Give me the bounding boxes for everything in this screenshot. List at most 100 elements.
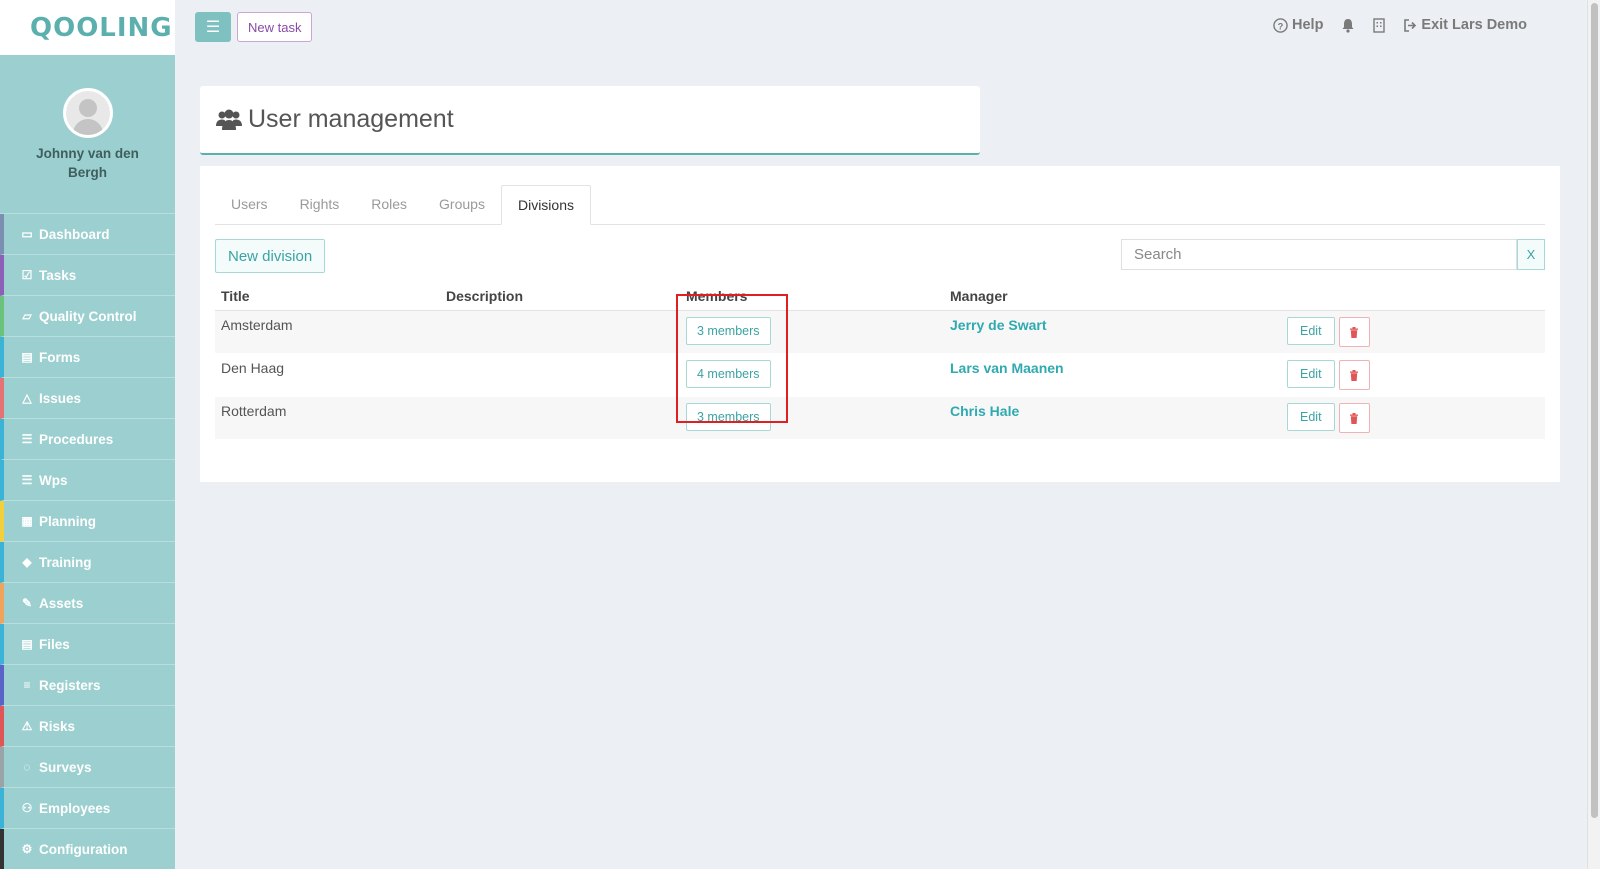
edit-button[interactable]: Edit <box>1287 360 1335 388</box>
manager-cell: Chris Hale <box>944 396 1287 440</box>
sidebar-item-label: Risks <box>39 718 76 734</box>
sidebar-item-label: Employees <box>39 800 111 816</box>
file-alt-icon: ▤ <box>21 637 33 651</box>
delete-button[interactable] <box>1338 317 1370 347</box>
scrollbar[interactable] <box>1587 0 1600 869</box>
sidebar-item-label: Planning <box>39 513 96 529</box>
tab-users[interactable]: Users <box>215 184 284 224</box>
registers-icon: ≡ <box>23 678 31 692</box>
sidebar-item-risks[interactable]: ⚠ Risks <box>0 706 175 747</box>
avatar[interactable] <box>62 88 113 138</box>
page-title-card: User management <box>200 86 980 155</box>
scrollbar-thumb[interactable] <box>1591 3 1598 818</box>
column-header-description[interactable]: Description <box>440 284 680 311</box>
page-title: User management <box>216 105 454 134</box>
bell-icon: △ <box>22 391 32 405</box>
sidebar-item-label: Configuration <box>39 841 128 857</box>
user-name[interactable]: Johnny van den Bergh <box>28 144 148 182</box>
tab-groups[interactable]: Groups <box>423 184 501 224</box>
edit-button[interactable]: Edit <box>1287 317 1335 345</box>
actions-cell: Edit <box>1287 396 1545 440</box>
sidebar-item-label: Files <box>39 636 70 652</box>
menu-toggle-button[interactable]: ☰ <box>195 12 231 42</box>
column-header-members[interactable]: Members <box>680 284 944 311</box>
comment-icon: ◌ <box>23 760 31 774</box>
delete-button[interactable] <box>1338 403 1370 433</box>
manager-link[interactable]: Lars van Maanen <box>950 360 1064 376</box>
topbar: ☰ New task ? Help Exit Lars Demo <box>175 0 1587 55</box>
members-cell: 3 members <box>680 310 944 354</box>
tab-roles[interactable]: Roles <box>355 184 423 224</box>
sidebar-item-issues[interactable]: △ Issues <box>0 378 175 419</box>
notifications-button[interactable] <box>1341 18 1355 33</box>
trash-icon <box>1350 326 1359 338</box>
gear-icon: ⚙ <box>21 842 33 856</box>
sidebar-item-label: Procedures <box>39 431 114 447</box>
division-description <box>440 353 680 397</box>
manager-link[interactable]: Chris Hale <box>950 403 1019 419</box>
building-button[interactable] <box>1373 17 1386 33</box>
actions-cell: Edit <box>1287 310 1545 354</box>
table-body: Amsterdam 3 members Jerry de Swart Edit Den … <box>215 310 1545 440</box>
monitor-icon: ▭ <box>21 227 33 241</box>
help-link[interactable]: ? Help <box>1273 17 1323 33</box>
delete-button[interactable] <box>1338 360 1370 390</box>
column-header-manager[interactable]: Manager <box>944 284 1287 311</box>
members-button[interactable]: 4 members <box>686 360 771 388</box>
sidebar-item-employees[interactable]: ⚇ Employees <box>0 788 175 829</box>
list-alt-icon: ☰ <box>21 473 33 487</box>
tab-bar: Users Rights Roles Groups Divisions <box>215 176 1545 225</box>
exit-demo-link[interactable]: Exit Lars Demo <box>1403 17 1527 33</box>
tab-divisions[interactable]: Divisions <box>500 185 591 225</box>
sidebar-item-files[interactable]: ▤ Files <box>0 624 175 665</box>
sign-out-icon <box>1404 18 1417 32</box>
sidebar-item-label: Issues <box>39 390 82 406</box>
sidebar-item-quality-control[interactable]: ▱ Quality Control <box>0 296 175 337</box>
trash-icon <box>1350 412 1359 424</box>
warning-icon: ⚠ <box>21 719 33 733</box>
search-input[interactable] <box>1121 239 1517 270</box>
manager-cell: Lars van Maanen <box>944 353 1287 397</box>
sidebar-item-assets[interactable]: ✎ Assets <box>0 583 175 624</box>
division-description <box>440 396 680 440</box>
divisions-panel: Users Rights Roles Groups Divisions New divi… <box>200 166 1560 482</box>
tab-rights[interactable]: Rights <box>284 184 356 224</box>
column-header-title[interactable]: Title <box>215 284 440 311</box>
sidebar-item-forms[interactable]: ▤ Forms <box>0 337 175 378</box>
calendar-icon: ▦ <box>21 514 33 528</box>
sidebar-nav: ▭ Dashboard ☑ Tasks ▱ Quality Control ▤ Forms △ I… <box>0 214 175 869</box>
hamburger-icon: ☰ <box>205 19 221 36</box>
sidebar-item-label: Forms <box>39 349 81 365</box>
sidebar-item-tasks[interactable]: ☑ Tasks <box>0 255 175 296</box>
members-button[interactable]: 3 members <box>686 317 771 345</box>
sidebar-item-registers[interactable]: ≡ Registers <box>0 665 175 706</box>
members-cell: 3 members <box>680 396 944 440</box>
check-square-icon: ☑ <box>21 268 33 282</box>
sidebar-item-planning[interactable]: ▦ Planning <box>0 501 175 542</box>
sidebar-item-configuration[interactable]: ⚙ Configuration <box>0 829 175 869</box>
sidebar-item-procedures[interactable]: ☰ Procedures <box>0 419 175 460</box>
division-description <box>440 310 680 354</box>
top-right-actions: ? Help Exit Lars Demo <box>1273 17 1527 33</box>
clear-search-button[interactable]: X <box>1517 239 1545 270</box>
sidebar-item-label: Dashboard <box>39 226 110 242</box>
sidebar-item-dashboard[interactable]: ▭ Dashboard <box>0 214 175 255</box>
new-task-button[interactable]: New task <box>237 12 313 42</box>
file-icon: ▤ <box>21 350 33 364</box>
manager-link[interactable]: Jerry de Swart <box>950 317 1047 333</box>
sidebar-item-surveys[interactable]: ◌ Surveys <box>0 747 175 788</box>
division-title: Rotterdam <box>215 396 440 440</box>
search-group: X <box>1121 239 1545 270</box>
sidebar-item-wps[interactable]: ☰ Wps <box>0 460 175 501</box>
members-button[interactable]: 3 members <box>686 403 771 431</box>
sidebar: QOOLING Johnny van den Bergh ▭ Dashboard ☑… <box>0 0 175 869</box>
edit-button[interactable]: Edit <box>1287 403 1335 431</box>
new-division-button[interactable]: New division <box>215 239 326 273</box>
sidebar-item-label: Training <box>39 554 92 570</box>
sidebar-item-training[interactable]: ◆ Training <box>0 542 175 583</box>
book-icon: ▱ <box>22 309 32 323</box>
sidebar-item-label: Wps <box>39 472 68 488</box>
logo[interactable]: QOOLING <box>30 13 173 43</box>
members-cell: 4 members <box>680 353 944 397</box>
building-icon <box>1373 17 1386 33</box>
